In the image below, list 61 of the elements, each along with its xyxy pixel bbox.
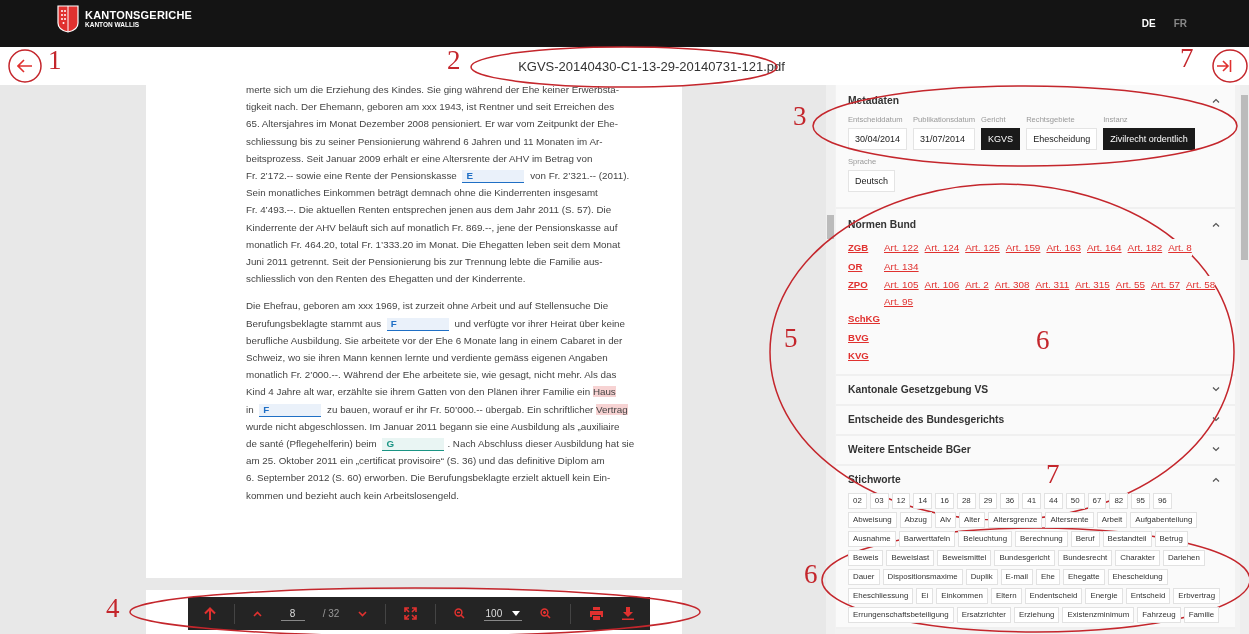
redacted-name: F <box>386 317 449 331</box>
metadata-value: Deutsch <box>848 170 896 192</box>
annotation-number: 2 <box>447 48 461 72</box>
zoom-in-icon[interactable] <box>540 608 552 619</box>
logo-title: KANTONSGERICHE <box>85 9 193 21</box>
chevron-up-icon[interactable] <box>1212 97 1220 103</box>
annotation-number: 7 <box>1046 462 1060 486</box>
law-link[interactable]: ZGB <box>848 239 884 257</box>
section-title[interactable]: Entscheide des Bundesgerichts <box>848 414 1005 425</box>
back-arrow-icon[interactable] <box>17 59 33 73</box>
redacted-name: E <box>462 170 525 183</box>
metadata-value: Zivilrecht ordentlich <box>1103 128 1195 150</box>
annotation-number: 3 <box>793 104 807 128</box>
fullscreen-icon[interactable] <box>404 607 417 620</box>
scrollbar[interactable] <box>1240 85 1249 634</box>
metadata-value: 30/04/2014 <box>848 128 908 150</box>
section-title[interactable]: Stichworte <box>848 473 901 485</box>
annotation-number: 6 <box>804 562 818 586</box>
scrollbar[interactable] <box>826 85 835 634</box>
language-link[interactable]: FR <box>1173 18 1187 29</box>
chevron-down-icon[interactable] <box>1212 387 1220 392</box>
chevron-up-icon[interactable] <box>253 610 263 617</box>
page-number-input[interactable]: 8 <box>280 606 305 621</box>
metadata-value: KGVS <box>981 128 1021 150</box>
print-icon[interactable] <box>588 607 604 620</box>
section-title[interactable]: Kantonale Gesetzgebung VS <box>848 384 989 395</box>
download-icon[interactable] <box>622 607 634 620</box>
page-total: / 32 <box>322 608 340 619</box>
collapse-panel-icon[interactable] <box>1216 59 1232 73</box>
paragraph: merte sich um die Erziehung des Kindes. Sie ging während der Ehe keiner Erwerbsta- tigkeit nach. Der Ehemann, geboren am xxx 1943, ist Rentner und seit Erreichen des 65. Altersjahres im Monat Dezember 2008 pensioniert. Er war vom Zeitpunkt der Ehe- schliessung bis zu seiner Pensionierung während 6 Jahren und 11 Monaten im Ar- beitsprozess. Seit Januar 2009 erhält er eine Altersrente der AHV im Betrag von Fr. 2’172.-- sowie eine Rente der Pensionskasse E von Fr. 2’321.-- (2011). Sein monatliches Einkommen beträgt demnach ohne die Kinderrenten insgesamt Fr. 4’493.--. Die aktuellen Renten entsprechen jenen aus dem Jahr 2011 (S. 57). Die Kinderrente der AHV beläuft sich auf monatlich Fr. 869.--, jene der Pensionskasse auf monatlich Fr. 464.20, total Fr. 1’333.20 im Monat. Die Ehegatten leben seit dem Monat Juni 2011 getrennt. Seit der Pensionierung bis zur Trennung lebte die Familie aus- schliesslich von den Renten des Ehegatten und der Kinderrente. <box>246 85 631 287</box>
zoom-out-icon[interactable] <box>454 608 466 619</box>
chevron-down-icon[interactable] <box>357 610 367 617</box>
law-link[interactable]: ZPO <box>848 276 884 294</box>
metadata-value: Ehescheidung <box>1026 128 1098 150</box>
redacted-name: F <box>259 403 322 417</box>
paragraph: Die Ehefrau, geboren am xxx 1969, ist zurzeit ohne Arbeit und auf Stellensuche Die Berufungsbeklagte stammt aus F und verfügte vor ihrer Heirat über keine berufliche Ausbildung. Sie arbeitete vor der Ehe 6 Monate lang in einem Cabaret in der Schweiz, wo sie ihren Mann kennen lernte und verdiente gemäss eigenen Angaben monatlich Fr. 2’000.--. Während der Ehe arbeitete sie, wie gesagt, nicht mehr. Als das Kind 4 Jahre alt war, erzählte sie ihrem Gatten von den Plänen ihrer Familie ein Haus in F zu bauen, worauf er ihr Fr. 50’000.-- übergab. Ein schriftlicher Vertrag wurde nicht abgeschlossen. Im Januar 2011 begann sie eine Ausbildung als „auxiliaire de santé (Pflegehelferin) beim G . Nach Abschluss dieser Ausbildung hat sie am 25. Oktober 2011 ein „certificat provisoire“ (S. 36) und das definitive Diplom am 6. September 2012 (S. 60) erworben. Die Berufungsbeklagte erzielt aktuell kein Ein- kommen und bezieht auch kein Arbeitslosengeld. <box>246 299 636 503</box>
annotation-ellipse <box>8 49 42 83</box>
annotation-number: 4 <box>106 596 120 620</box>
annotation-number: 7 <box>1180 46 1194 70</box>
chevron-down-icon[interactable] <box>1212 447 1220 452</box>
annotation-number: 1 <box>48 48 62 72</box>
law-link[interactable]: SchKG <box>848 310 884 328</box>
caret-icon <box>512 610 521 616</box>
language-link[interactable]: DE <box>1141 18 1156 29</box>
zoom-select[interactable]: 100 <box>483 606 523 621</box>
shield-logo-icon <box>57 4 79 33</box>
article-link[interactable]: Art. 58 <box>1186 276 1216 293</box>
law-link[interactable]: OR <box>848 257 884 276</box>
chevron-up-icon[interactable] <box>1212 476 1220 482</box>
section-title[interactable]: Weitere Entscheide BGer <box>848 444 971 455</box>
arrow-up-icon[interactable] <box>204 606 216 621</box>
annotation-number: 5 <box>784 326 798 350</box>
chevron-up-icon[interactable] <box>1212 221 1220 227</box>
annotation-number: 6 <box>1036 328 1050 352</box>
redacted-name: G <box>382 438 445 452</box>
law-link[interactable]: BVG <box>848 328 884 347</box>
annotation-ellipse <box>1212 49 1248 83</box>
chevron-down-icon[interactable] <box>1212 417 1220 422</box>
article-link[interactable]: Art. 8 <box>1168 239 1192 256</box>
law-link[interactable]: KVG <box>848 347 884 365</box>
metadata-value: 31/07/2014 <box>913 128 976 150</box>
